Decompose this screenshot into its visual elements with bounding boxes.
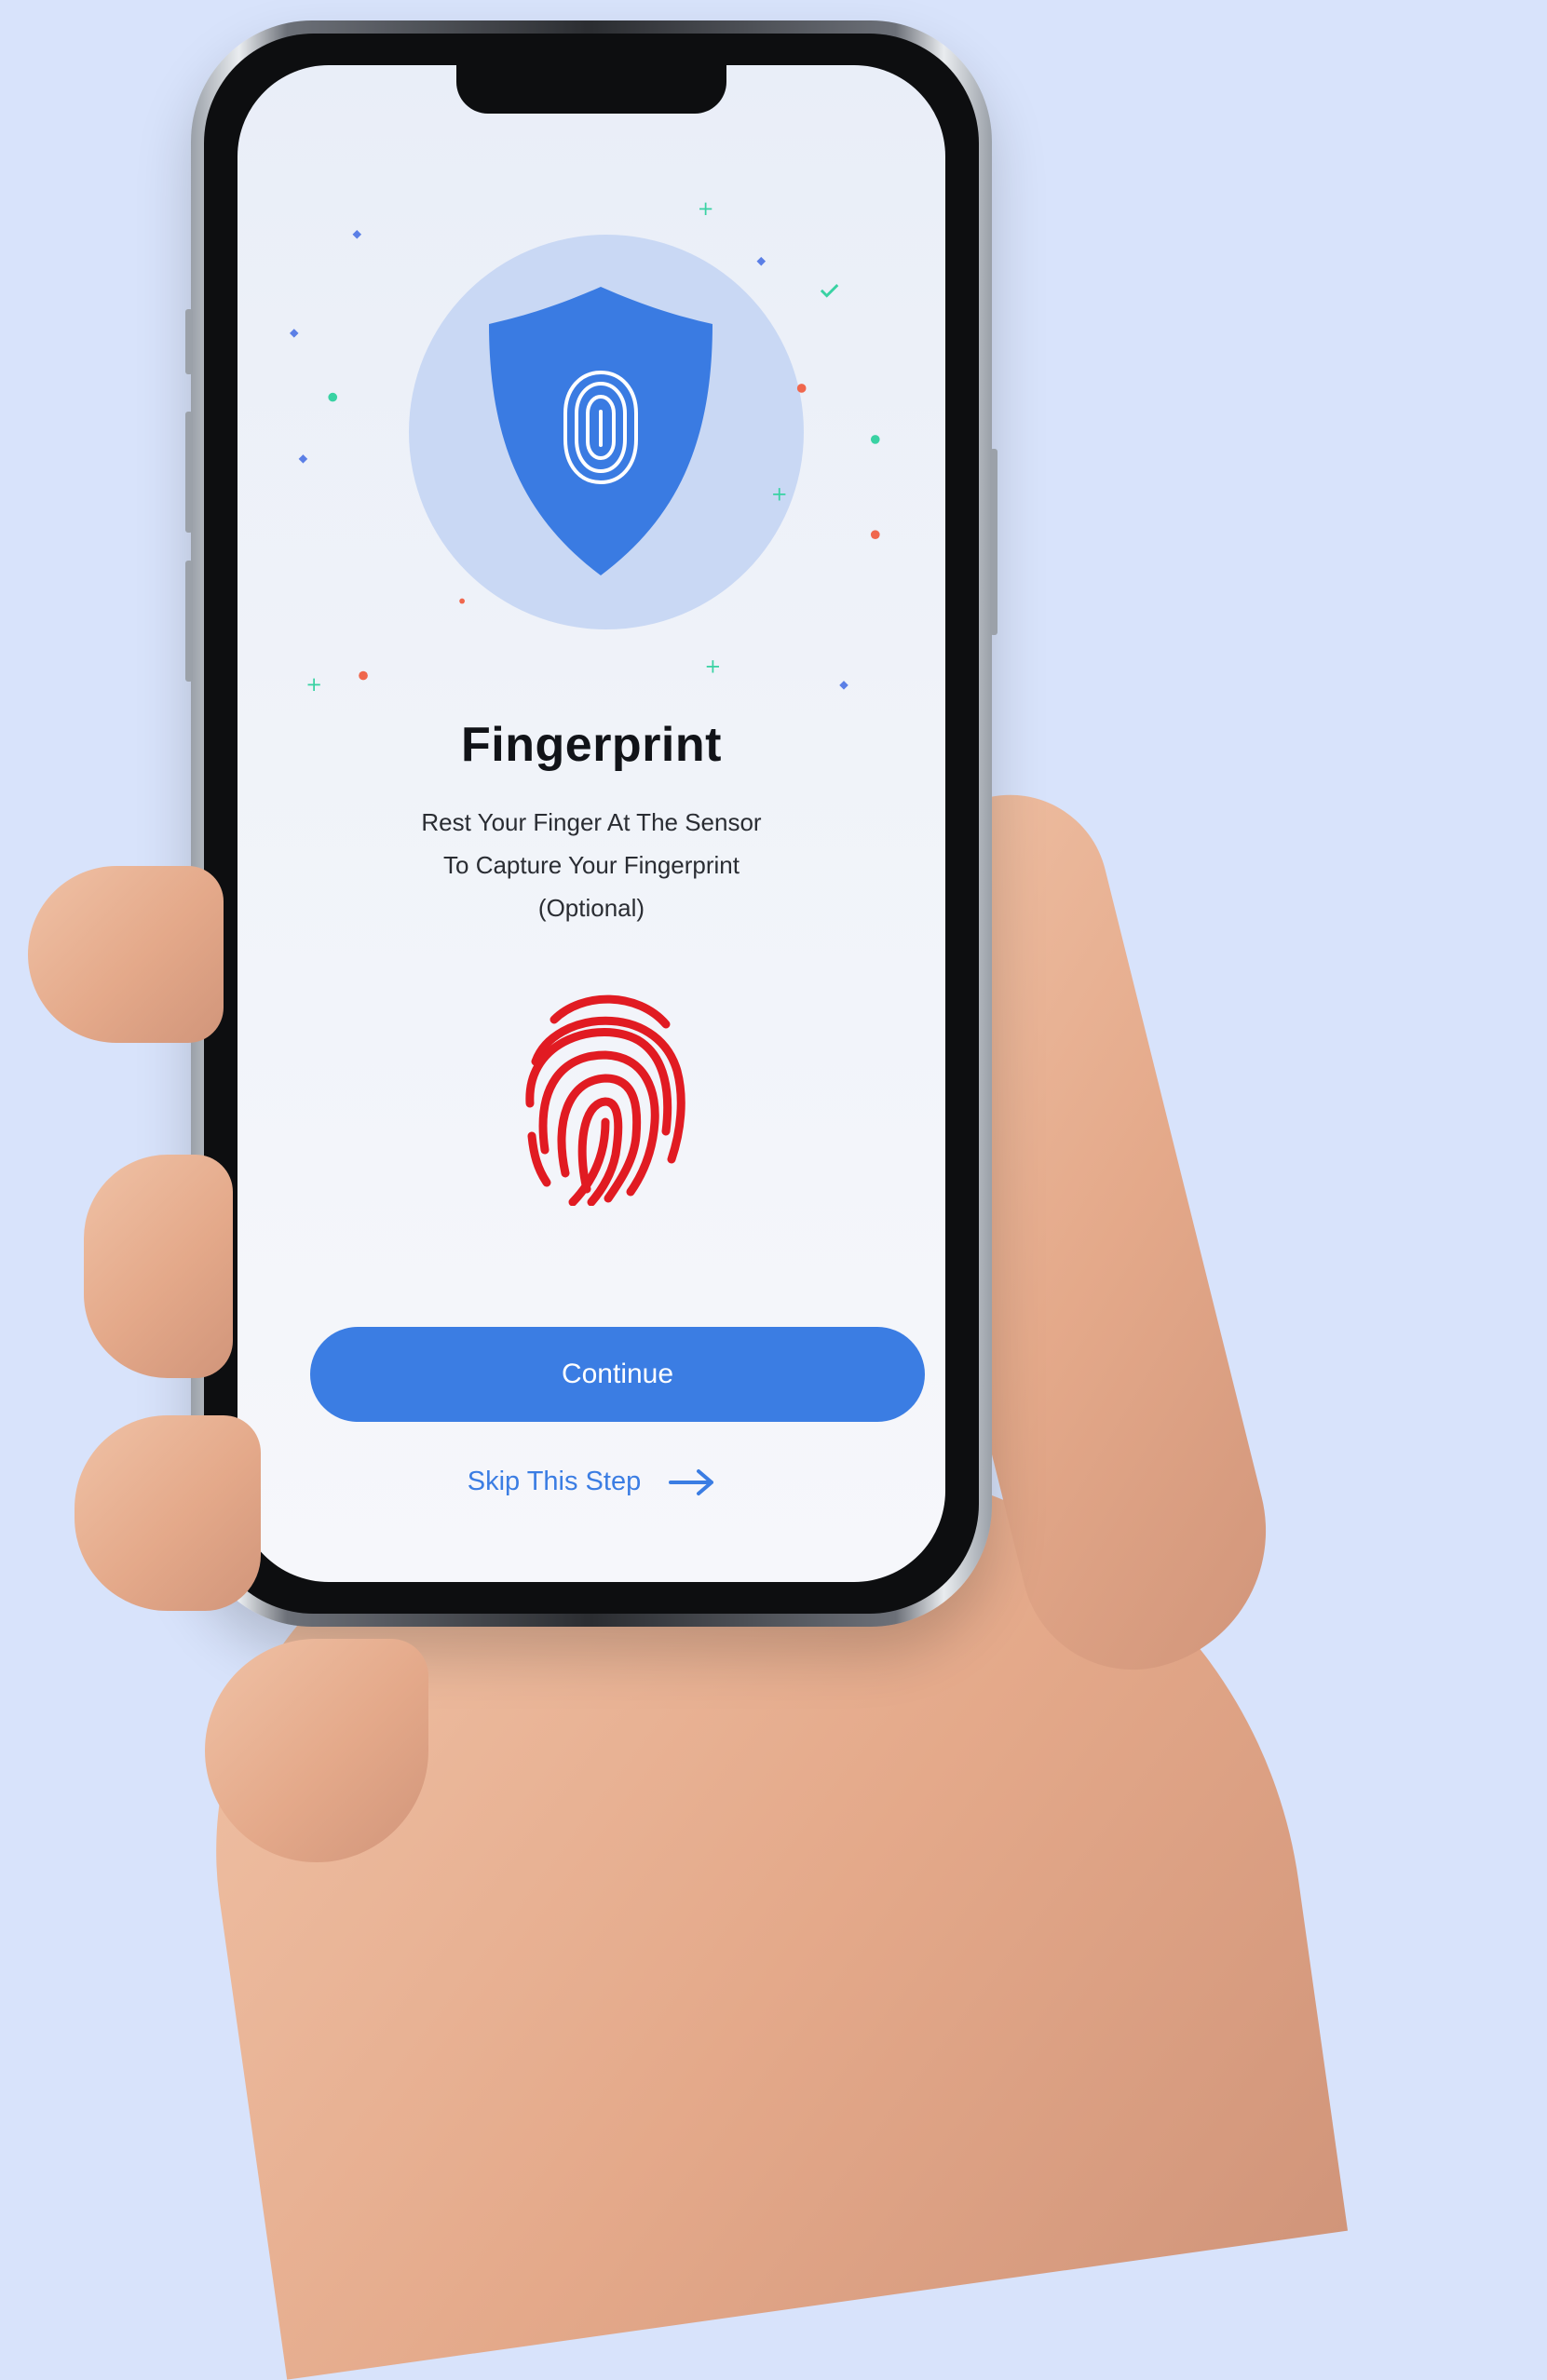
- volume-button: [185, 561, 193, 682]
- instruction-text: Rest Your Finger At The Sensor To Captur…: [237, 801, 945, 929]
- page-title: Fingerprint: [461, 718, 722, 772]
- hand-finger: [28, 866, 224, 1043]
- svg-text:+: +: [698, 197, 714, 221]
- power-button: [990, 449, 997, 635]
- instruction-line: Rest Your Finger At The Sensor: [421, 808, 762, 836]
- shield-fingerprint-icon: [489, 287, 712, 575]
- notch: [456, 65, 726, 114]
- instruction-line: (Optional): [537, 894, 645, 922]
- skip-step-label: Skip This Step: [467, 1467, 642, 1496]
- phone-frame: + + + + Fingerprint Rest Your Finger At …: [185, 20, 997, 1627]
- arrow-right-icon: [669, 1468, 714, 1495]
- fingerprint-icon[interactable]: [517, 982, 694, 1206]
- hand-finger: [84, 1155, 233, 1378]
- svg-text:+: +: [771, 483, 788, 507]
- volume-button: [185, 309, 193, 374]
- volume-button: [185, 412, 193, 533]
- svg-text:+: +: [705, 656, 722, 679]
- phone-bezel: + + + + Fingerprint Rest Your Finger At …: [204, 34, 979, 1614]
- svg-text:+: +: [305, 673, 322, 696]
- skip-step-link[interactable]: Skip This Step: [237, 1467, 945, 1497]
- hand-finger: [75, 1415, 261, 1611]
- phone-screen: + + + + Fingerprint Rest Your Finger At …: [237, 65, 945, 1582]
- continue-button[interactable]: Continue: [310, 1327, 925, 1422]
- hand-finger: [205, 1639, 428, 1862]
- instruction-line: To Capture Your Fingerprint: [443, 851, 740, 879]
- security-illustration: + + + +: [237, 149, 945, 726]
- scene: + + + + Fingerprint Rest Your Finger At …: [0, 0, 1547, 2380]
